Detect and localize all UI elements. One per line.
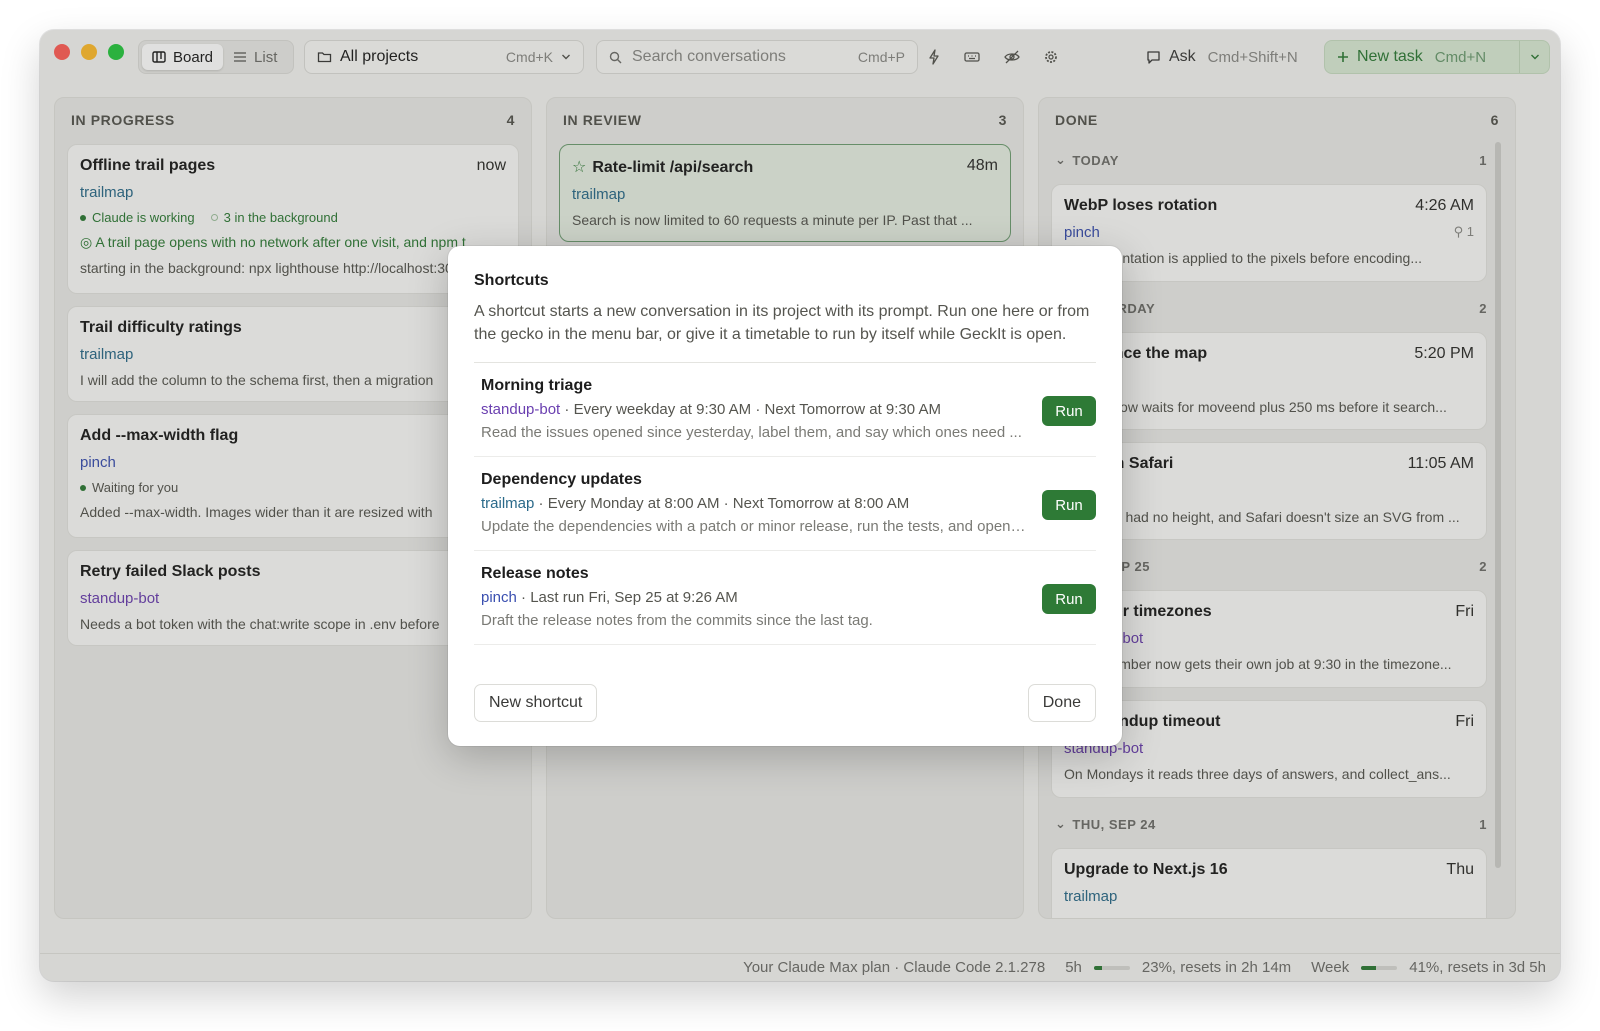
- shortcut-project[interactable]: standup-bot: [481, 401, 560, 418]
- run-button[interactable]: Run: [1042, 396, 1096, 426]
- shortcut-prompt: Update the dependencies with a patch or …: [481, 518, 1026, 535]
- run-button[interactable]: Run: [1042, 584, 1096, 614]
- shortcut-project[interactable]: pinch: [481, 589, 517, 606]
- shortcut-schedule: · Every weekday at 9:30 AM · Next Tomorr…: [560, 401, 941, 418]
- shortcut-row[interactable]: Release notes pinch · Last run Fri, Sep …: [474, 551, 1096, 645]
- shortcut-meta: pinch · Last run Fri, Sep 25 at 9:26 AM: [481, 589, 1089, 606]
- shortcut-prompt: Read the issues opened since yesterday, …: [481, 424, 1022, 441]
- dialog-description: A shortcut starts a new conversation in …: [474, 303, 1090, 343]
- shortcut-meta: standup-bot · Every weekday at 9:30 AM ·…: [481, 401, 1089, 418]
- new-shortcut-button[interactable]: New shortcut: [474, 684, 598, 722]
- shortcuts-dialog: Shortcuts A shortcut starts a new conver…: [448, 246, 1122, 746]
- shortcut-row[interactable]: Morning triage standup-bot · Every weekd…: [474, 363, 1096, 457]
- shortcut-prompt: Draft the release notes from the commits…: [481, 612, 873, 629]
- run-button[interactable]: Run: [1042, 490, 1096, 520]
- shortcut-name: Dependency updates: [481, 471, 642, 488]
- shortcut-schedule: · Every Monday at 8:00 AM · Next Tomorro…: [534, 495, 910, 512]
- done-button[interactable]: Done: [1027, 684, 1096, 722]
- shortcut-name: Morning triage: [481, 377, 593, 394]
- dialog-footer: New shortcut Done: [474, 684, 1096, 722]
- shortcut-schedule: · Last run Fri, Sep 25 at 9:26 AM: [516, 589, 738, 606]
- app-window: Board List All projects Cmd+K Search con…: [40, 30, 1560, 981]
- dialog-title: Shortcuts: [474, 272, 549, 289]
- shortcut-project[interactable]: trailmap: [481, 495, 534, 512]
- shortcut-row[interactable]: Dependency updates trailmap · Every Mond…: [474, 457, 1096, 551]
- shortcut-meta: trailmap · Every Monday at 8:00 AM · Nex…: [481, 495, 1089, 512]
- shortcut-name: Release notes: [481, 565, 589, 582]
